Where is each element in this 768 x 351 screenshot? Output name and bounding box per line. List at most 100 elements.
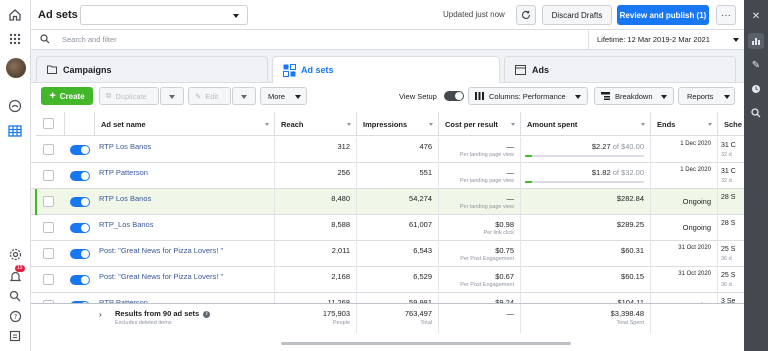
row-toggle[interactable]	[70, 275, 90, 285]
ad-set-selector-dropdown[interactable]	[80, 5, 248, 25]
chart-icon[interactable]	[748, 33, 764, 49]
table-row[interactable]: RTP Patterson 256 551 — Per landing page vie…	[31, 163, 744, 189]
column-header-ends[interactable]: Ends	[651, 112, 718, 136]
row-toggle[interactable]	[70, 197, 90, 207]
ad-set-name-link[interactable]: RTP Los Banos	[95, 189, 275, 215]
row-checkbox[interactable]	[43, 144, 54, 155]
row-toggle[interactable]	[70, 171, 90, 181]
duplicate-button[interactable]: ⧉ Duplicate	[99, 87, 159, 105]
column-header-label: Impressions	[363, 120, 408, 129]
avatar[interactable]	[6, 58, 26, 78]
breakdown-button[interactable]: Breakdown	[594, 87, 674, 105]
row-toggle[interactable]	[70, 145, 90, 155]
refresh-button[interactable]	[516, 5, 536, 25]
budget-progress-bar	[525, 155, 644, 157]
view-setup-toggle[interactable]	[444, 91, 464, 101]
table-row[interactable]: RTP_Los Banos 8,588 61,007 $0.98 Per link cl…	[31, 215, 744, 241]
column-header-reach[interactable]: Reach	[275, 112, 357, 136]
refresh-icon	[522, 10, 531, 19]
table-row[interactable]: Post: "Great News for Pizza Lovers! " 2,0…	[31, 241, 744, 267]
schedule-sub: 32 d	[721, 152, 732, 158]
date-range-picker[interactable]: Lifetime: 12 Mar 2019-2 Mar 2021	[588, 30, 743, 49]
schedule-cell: 31 C 32 d	[718, 163, 744, 189]
info-icon[interactable]: i	[203, 310, 211, 318]
schedule-cell: 25 S 36 d	[718, 241, 744, 267]
ends-value: 31 Oct 2020	[678, 245, 711, 251]
ad-set-name-link[interactable]: RTP_Los Banos	[95, 215, 275, 241]
expand-chevron-icon[interactable]: ›	[99, 310, 102, 319]
column-header-label: Sche	[724, 120, 742, 129]
sort-icon	[429, 123, 433, 126]
apps-grid-icon[interactable]	[6, 30, 24, 48]
amount-spent-cell: $282.84	[521, 189, 651, 215]
report-icon[interactable]	[6, 327, 24, 345]
table-row[interactable]: RTP Los Banos 312 476 — Per landing page vie…	[31, 137, 744, 163]
settings-gear-icon[interactable]	[6, 245, 24, 263]
ad-set-name-link[interactable]: RTP Los Banos	[95, 137, 275, 163]
row-checkbox[interactable]	[43, 222, 54, 233]
chevron-down-icon	[233, 14, 239, 18]
column-header-cost-per-result[interactable]: Cost per result	[439, 112, 521, 136]
column-header-impressions[interactable]: Impressions	[357, 112, 439, 136]
reports-label: Reports	[687, 91, 714, 101]
create-button[interactable]: + Create	[41, 87, 93, 105]
edit-dropdown-button[interactable]	[232, 87, 256, 105]
summary-impressions-sub: Total	[420, 320, 432, 326]
reach-cell: 8,480	[275, 189, 357, 215]
summary-label: Results from 90 ad sets i	[115, 309, 211, 318]
impressions-cell: 61,007	[357, 215, 439, 241]
select-all-checkbox[interactable]	[43, 118, 54, 129]
tab-campaigns[interactable]: Campaigns	[36, 56, 268, 82]
ad-set-name-link[interactable]: Post: "Great News for Pizza Lovers! "	[95, 267, 275, 293]
amount-spent-value: $282.84	[616, 194, 644, 203]
cost-per-result-value: —	[506, 194, 515, 203]
column-header-label: Amount spent	[527, 120, 578, 129]
ads-manager-table-icon[interactable]	[6, 122, 24, 140]
history-clock-icon[interactable]	[748, 81, 764, 97]
search-icon[interactable]	[748, 105, 764, 121]
ends-cell: 1 Dec 2020	[651, 137, 718, 163]
ends-value: 31 Oct 2020	[678, 271, 711, 277]
help-icon[interactable]: ?	[6, 307, 24, 325]
search-icon[interactable]	[6, 287, 24, 305]
close-icon[interactable]: ✕	[748, 8, 764, 24]
tab-ad-sets[interactable]: Ad sets	[272, 56, 500, 83]
schedule-cell: 28 S	[718, 189, 744, 215]
tab-ads[interactable]: Ads	[504, 56, 736, 82]
row-toggle[interactable]	[70, 249, 90, 259]
home-icon[interactable]	[6, 6, 24, 24]
row-checkbox[interactable]	[43, 196, 54, 207]
reach-value: 256	[337, 168, 350, 177]
reach-value: 2,011	[331, 246, 350, 255]
row-checkbox[interactable]	[43, 170, 54, 181]
duplicate-dropdown-button[interactable]	[160, 87, 184, 105]
table-row[interactable]: Post: "Great News for Pizza Lovers! " 2,1…	[31, 267, 744, 293]
row-checkbox[interactable]	[43, 248, 54, 259]
row-toggle[interactable]	[70, 223, 90, 233]
search-input[interactable]: Search and filter	[62, 35, 117, 44]
more-options-button[interactable]: ···	[716, 5, 736, 25]
more-button[interactable]: More	[260, 87, 307, 105]
pencil-icon[interactable]: ✎	[748, 57, 764, 73]
column-header-ad-set-name[interactable]: Ad set name	[95, 112, 275, 136]
right-rail: ✕ ✎	[744, 0, 768, 351]
edit-button[interactable]: ✎ Edit	[188, 87, 231, 105]
horizontal-scrollbar[interactable]	[281, 342, 571, 345]
review-and-publish-button[interactable]: Review and publish (1)	[617, 5, 709, 25]
ad-set-name-link[interactable]: RTP Patterson	[95, 163, 275, 189]
table-row[interactable]: RTP Los Banos 8,480 54,274 — Per landing pag…	[31, 189, 744, 215]
reach-cell: 256	[275, 163, 357, 189]
budget-total: of $40.00	[610, 142, 644, 151]
reports-button[interactable]: Reports	[678, 87, 735, 105]
columns-button[interactable]: Columns: Performance	[468, 87, 588, 105]
column-header-schedule[interactable]: Sche	[718, 112, 744, 136]
discard-drafts-button[interactable]: Discard Drafts	[542, 5, 612, 25]
dashboard-gauge-icon[interactable]	[6, 97, 24, 115]
impressions-value: 476	[419, 142, 432, 151]
ad-set-name-link[interactable]: Post: "Great News for Pizza Lovers! "	[95, 241, 275, 267]
schedule-value: 25 S	[721, 272, 736, 279]
column-header-amount-spent[interactable]: Amount spent	[521, 112, 651, 136]
svg-text:?: ?	[13, 313, 17, 321]
chevron-down-icon	[733, 38, 739, 42]
row-checkbox[interactable]	[43, 274, 54, 285]
